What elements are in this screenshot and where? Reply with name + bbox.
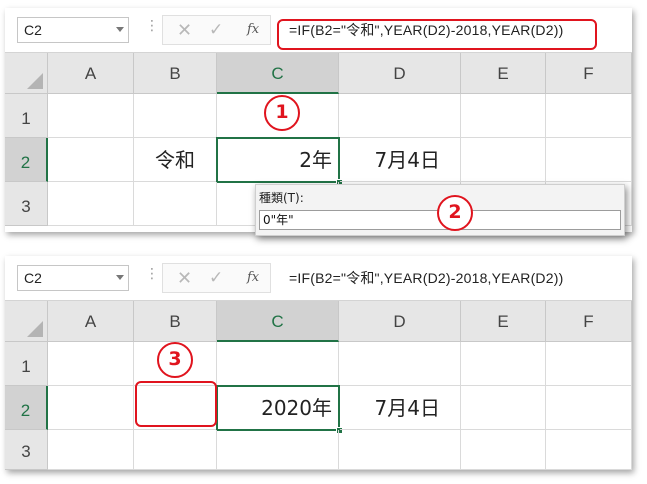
select-all-corner[interactable] [5,301,48,342]
insert-function-icon[interactable]: fx [247,22,259,37]
name-box[interactable]: C2 [17,17,129,43]
enter-icon[interactable]: ✓ [209,20,223,40]
cell-a3[interactable] [48,430,134,470]
formula-buttons: ✕ ✓ fx [162,15,271,45]
more-options-icon[interactable]: ⋮ [145,18,159,34]
format-type-label: 種類(T): [259,191,304,205]
name-box[interactable]: C2 [17,265,129,291]
callout-badge-3: 3 [157,342,193,378]
cell-e2[interactable] [461,386,546,430]
cell-c1[interactable] [217,342,339,386]
formula-highlight-box [277,19,597,50]
column-header-f[interactable]: F [546,53,632,94]
column-header-a[interactable]: A [48,301,134,342]
cell-f1[interactable] [546,342,632,386]
column-header-b[interactable]: B [134,301,217,342]
bottom-spreadsheet-panel: C2 ⋮ ✕ ✓ fx =IF(B2="令和",YEAR(D2)-2018,YE… [5,256,632,470]
chevron-down-icon[interactable] [116,275,124,280]
cell-e2[interactable] [461,138,546,182]
cell-f2[interactable] [546,386,632,430]
cell-d1[interactable] [339,342,461,386]
cell-d2[interactable]: 7月4日 [340,138,461,182]
formula-input[interactable]: =IF(B2="令和",YEAR(D2)-2018,YEAR(D2)) [289,268,563,288]
cell-b1[interactable] [134,94,217,138]
cell-e1[interactable] [461,94,546,138]
row-header-3[interactable]: 3 [5,182,48,226]
cell-d2[interactable]: 7月4日 [340,386,461,430]
empty-cell-highlight-box [135,381,217,427]
column-header-c[interactable]: C [217,53,339,94]
cell-a1[interactable] [48,342,134,386]
callout-badge-1: 1 [264,95,300,131]
enter-icon[interactable]: ✓ [209,268,223,288]
row-header-1[interactable]: 1 [5,94,48,138]
column-header-b[interactable]: B [134,53,217,94]
cell-b3[interactable] [134,430,217,470]
chevron-down-icon[interactable] [116,27,124,32]
column-header-c[interactable]: C [217,301,339,342]
cell-f1[interactable] [546,94,632,138]
cell-b2[interactable]: 令和 [134,138,217,182]
cancel-icon[interactable]: ✕ [177,268,192,289]
column-header-d[interactable]: D [339,53,461,94]
cell-a1[interactable] [48,94,134,138]
cell-a2[interactable] [48,386,134,430]
cancel-icon[interactable]: ✕ [177,20,192,41]
cell-f3[interactable] [546,430,632,470]
cell-a3[interactable] [48,182,134,226]
select-all-corner[interactable] [5,53,48,94]
cell-f2[interactable] [546,138,632,182]
column-header-e[interactable]: E [461,301,546,342]
formula-buttons: ✕ ✓ fx [162,263,271,293]
formula-bar: C2 ⋮ ✕ ✓ fx =IF(B2="令和",YEAR(D2)-2018,YE… [5,256,632,301]
cell-a2[interactable] [48,138,134,182]
column-header-f[interactable]: F [546,301,632,342]
column-header-a[interactable]: A [48,53,134,94]
column-header-d[interactable]: D [339,301,461,342]
more-options-icon[interactable]: ⋮ [145,266,159,282]
cell-c3[interactable] [217,430,339,470]
cell-d1[interactable] [339,94,461,138]
row-header-1[interactable]: 1 [5,342,48,386]
cell-c2-active[interactable]: 2年 [216,137,340,183]
insert-function-icon[interactable]: fx [247,270,259,285]
cell-b3[interactable] [134,182,217,226]
row-header-3[interactable]: 3 [5,430,48,470]
cell-d3[interactable] [339,430,461,470]
callout-badge-2: 2 [437,195,473,231]
name-box-value: C2 [24,270,42,286]
cell-e3[interactable] [461,430,546,470]
cell-c2-active[interactable]: 2020年 [216,385,340,431]
row-header-2[interactable]: 2 [5,386,48,430]
cell-e1[interactable] [461,342,546,386]
row-header-2[interactable]: 2 [5,138,48,182]
column-header-e[interactable]: E [461,53,546,94]
name-box-value: C2 [24,22,42,38]
